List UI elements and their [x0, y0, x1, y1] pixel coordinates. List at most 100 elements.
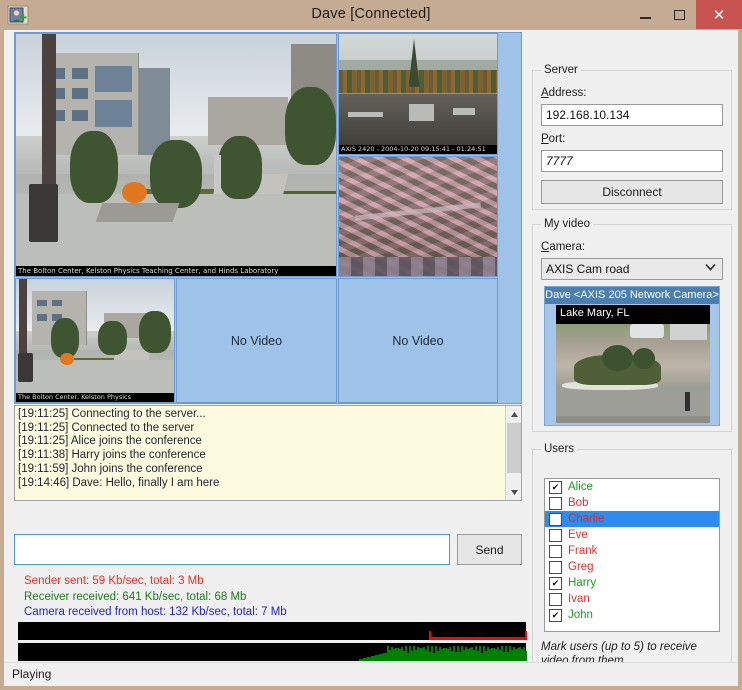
my-video-preview-frame: Lake Mary, FL: [556, 305, 710, 423]
scene-person: [685, 392, 690, 411]
scene-tree: [218, 136, 263, 199]
my-video-preview[interactable]: Dave <AXIS 205 Network Camera> Lake Mary…: [544, 286, 720, 426]
port-label-rest: ort:: [549, 133, 566, 145]
address-label-rest: ddress:: [549, 87, 587, 99]
address-input[interactable]: [541, 104, 723, 126]
user-name: Charlie: [568, 513, 604, 525]
video-cell-mid-right[interactable]: [338, 156, 498, 277]
user-checkbox[interactable]: ✔: [549, 577, 562, 590]
user-row[interactable]: Ivan: [545, 591, 719, 607]
user-row[interactable]: ✔ Alice: [545, 479, 719, 495]
maximize-button[interactable]: [662, 0, 696, 29]
status-text: Playing: [12, 667, 51, 681]
scene-trash-bin: [18, 353, 34, 383]
user-checkbox[interactable]: ✔: [549, 609, 562, 622]
user-name: John: [568, 609, 593, 621]
user-checkbox[interactable]: [549, 561, 562, 574]
application-window: Dave [Connected] ✕: [0, 0, 742, 690]
my-video-preview-title: Dave <AXIS 205 Network Camera>: [545, 287, 719, 304]
my-video-group-label: My video: [541, 218, 593, 230]
video-cell-main[interactable]: The Bolton Center, Kelston Physics Teach…: [15, 33, 337, 277]
no-video-label: No Video: [231, 334, 282, 348]
camera-stat: Camera received from host: 132 Kb/sec, t…: [24, 605, 524, 621]
chat-line: [19:11:25] Connecting to the server...: [18, 408, 498, 422]
sender-graph: [18, 622, 526, 640]
close-icon: ✕: [713, 6, 726, 24]
scroll-up-icon[interactable]: [506, 406, 522, 422]
video-feed-main: [16, 34, 336, 276]
scene-tree: [150, 140, 201, 208]
user-checkbox[interactable]: [549, 593, 562, 606]
chevron-down-icon: [705, 263, 716, 274]
scene-bush: [602, 345, 633, 371]
scene-bush: [633, 348, 655, 369]
video-cell-bottom-center[interactable]: No Video: [176, 278, 337, 403]
video-cell-bottom-left[interactable]: The Bolton Center, Kelston Physics: [15, 278, 175, 403]
user-checkbox[interactable]: ✔: [549, 481, 562, 494]
chat-log[interactable]: [19:11:25] Connecting to the server... […: [14, 405, 522, 501]
my-video-caption: Lake Mary, FL: [556, 305, 710, 324]
scroll-down-icon[interactable]: [506, 484, 522, 500]
camera-label: Camera:: [541, 241, 585, 253]
message-input[interactable]: [14, 534, 450, 565]
user-row[interactable]: Charlie: [545, 511, 719, 527]
minimize-button[interactable]: [628, 0, 662, 29]
disconnect-button-label: Disconnect: [602, 185, 661, 199]
chat-line: [19:11:25] Alice joins the conference: [18, 435, 498, 449]
video-cell-top-right[interactable]: AXIS 2420 - 2004-10-20 09:15:41 - 01:24:…: [338, 33, 498, 155]
user-row[interactable]: Greg: [545, 559, 719, 575]
minimize-icon: [640, 17, 651, 19]
statistics-panel: Sender sent: 59 Kb/sec, total: 3 Mb Rece…: [24, 574, 524, 621]
no-video-label: No Video: [392, 334, 443, 348]
chat-log-scrollbar[interactable]: [505, 406, 521, 500]
scene-rooftops: [339, 257, 497, 276]
scene-tree: [51, 318, 79, 357]
scene-planter: [96, 203, 180, 222]
user-name: Harry: [568, 577, 596, 589]
maximize-icon: [674, 10, 685, 20]
status-bar: Playing: [4, 662, 738, 686]
chat-line: [19:11:38] Harry joins the conference: [18, 449, 498, 463]
camera-select-value: AXIS Cam road: [546, 262, 629, 276]
scene-tree: [285, 87, 336, 164]
video-feed-roof: [339, 34, 497, 154]
user-row[interactable]: Frank: [545, 543, 719, 559]
address-label: Address:: [541, 87, 586, 99]
user-name: Ivan: [568, 593, 590, 605]
user-row[interactable]: Bob: [545, 495, 719, 511]
scrollbar-thumb[interactable]: [507, 423, 521, 473]
graph-bar: [525, 651, 527, 661]
camera-select[interactable]: AXIS Cam road: [541, 258, 723, 280]
camera-label-rest: amera:: [549, 241, 585, 253]
send-button-label: Send: [475, 543, 503, 557]
user-checkbox[interactable]: [549, 497, 562, 510]
port-input[interactable]: [541, 150, 723, 172]
user-checkbox[interactable]: [549, 545, 562, 558]
sender-stat: Sender sent: 59 Kb/sec, total: 3 Mb: [24, 574, 524, 590]
client-area: The Bolton Center, Kelston Physics Teach…: [4, 30, 738, 686]
title-bar: Dave [Connected] ✕: [0, 0, 742, 30]
user-checkbox[interactable]: [549, 513, 562, 526]
user-name: Greg: [568, 561, 594, 573]
send-button[interactable]: Send: [457, 534, 522, 565]
receiver-stat: Receiver received: 641 Kb/sec, total: 68…: [24, 590, 524, 606]
server-group-label: Server: [541, 64, 581, 76]
user-row[interactable]: ✔ John: [545, 607, 719, 623]
users-list[interactable]: ✔ Alice Bob Charlie EveFrank Greg ✔ Harry Ivan ✔ J…: [544, 478, 720, 632]
user-row[interactable]: Eve: [545, 527, 719, 543]
video-caption-top-right: AXIS 2420 - 2004-10-20 09:15:41 - 01:24:…: [339, 145, 497, 154]
scene-tree: [70, 131, 118, 204]
user-name: Alice: [568, 481, 593, 493]
disconnect-button[interactable]: Disconnect: [541, 180, 723, 204]
video-feed-town: [339, 157, 497, 276]
user-row[interactable]: ✔ Harry: [545, 575, 719, 591]
video-cell-bottom-right[interactable]: No Video: [338, 278, 498, 403]
chat-log-lines: [19:11:25] Connecting to the server... […: [18, 408, 498, 490]
scene-tree: [98, 321, 126, 355]
video-caption-main: The Bolton Center, Kelston Physics Teach…: [16, 266, 336, 276]
user-checkbox[interactable]: [549, 529, 562, 542]
chat-line: [19:11:59] John joins the conference: [18, 463, 498, 477]
video-grid: The Bolton Center, Kelston Physics Teach…: [14, 32, 522, 404]
close-button[interactable]: ✕: [696, 0, 742, 29]
scene-lamp: [214, 155, 220, 194]
